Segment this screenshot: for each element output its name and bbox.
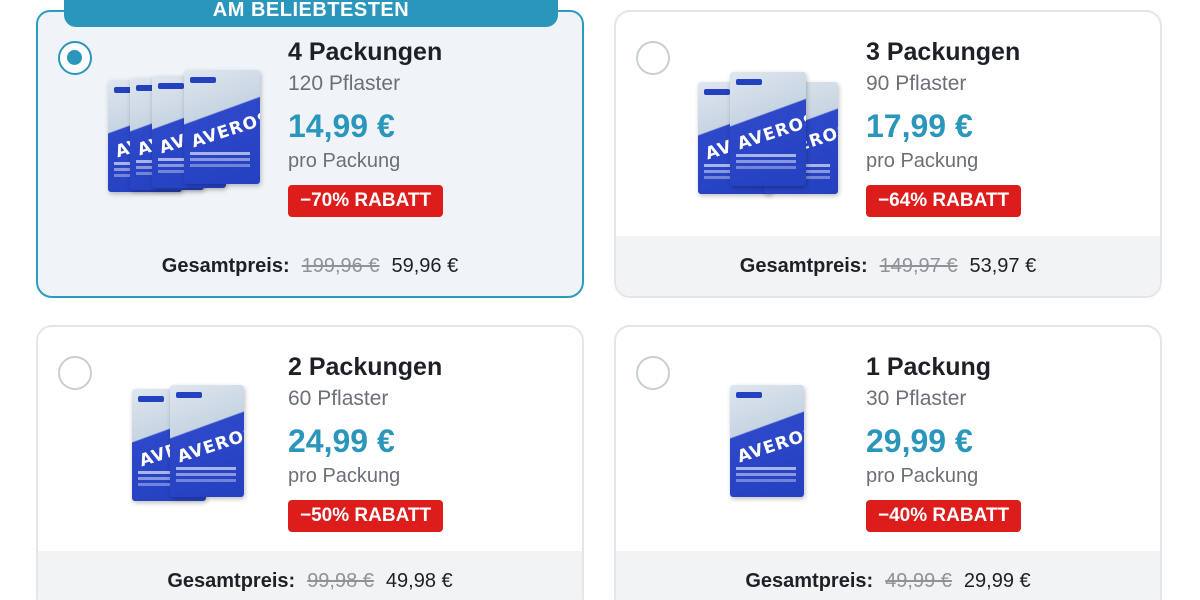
offer-card-1-pack[interactable]: AVEROS 1 Packung 30 Pflaster 29,99 € pro…: [614, 325, 1162, 600]
new-total-price: 49,98 €: [385, 569, 453, 592]
total-label: Gesamtpreis:: [745, 569, 874, 592]
product-image-1-pack: AVEROS: [686, 377, 856, 507]
discount-badge: −50% RABATT: [288, 500, 444, 532]
offer-grid: AVEROS AVEROS AVEROS AVEROS 4 Packungen …: [0, 0, 1200, 600]
total-label: Gesamtpreis:: [739, 254, 868, 277]
offer-subtitle: 90 Pflaster: [866, 72, 967, 95]
price-unit: pro Packung: [288, 150, 401, 172]
offer-price: 24,99 €: [288, 423, 395, 459]
offer-price: 14,99 €: [288, 108, 395, 144]
total-price-row: Gesamtpreis: 149,97 € 53,97 €: [616, 236, 1160, 296]
product-image-4-packs: AVEROS AVEROS AVEROS AVEROS: [108, 62, 278, 192]
old-total-price: 199,96 €: [301, 254, 380, 277]
new-total-price: 53,97 €: [969, 254, 1037, 277]
offer-card-4-packs[interactable]: AVEROS AVEROS AVEROS AVEROS 4 Packungen …: [36, 10, 584, 298]
offer-subtitle: 120 Pflaster: [288, 72, 401, 95]
product-image-3-packs: AVEROS AVEROS AVEROS: [686, 62, 856, 194]
new-total-price: 29,99 €: [963, 569, 1031, 592]
offer-price: 17,99 €: [866, 108, 973, 144]
price-unit: pro Packung: [866, 465, 979, 487]
old-total-price: 149,97 €: [879, 254, 958, 277]
offer-title: 2 Packungen: [288, 353, 443, 381]
total-price-row: Gesamtpreis: 199,96 € 59,96 €: [38, 236, 582, 296]
radio-button-selected[interactable]: [58, 41, 92, 75]
discount-badge: −40% RABATT: [866, 500, 1022, 532]
offer-subtitle: 30 Pflaster: [866, 387, 967, 410]
radio-button[interactable]: [636, 356, 670, 390]
offer-title: 1 Packung: [866, 353, 992, 381]
new-total-price: 59,96 €: [391, 254, 459, 277]
total-label: Gesamtpreis:: [167, 569, 296, 592]
bestseller-badge: AM BELIEBTESTEN: [64, 0, 558, 27]
offer-card-2-packs[interactable]: AVEROS AVEROS 2 Packungen 60 Pflaster 24…: [36, 325, 584, 600]
offer-card-3-packs[interactable]: AVEROS AVEROS AVEROS 3 Packungen 90 Pfla…: [614, 10, 1162, 298]
radio-button[interactable]: [58, 356, 92, 390]
price-unit: pro Packung: [866, 150, 979, 172]
old-total-price: 99,98 €: [307, 569, 374, 592]
offer-title: 4 Packungen: [288, 38, 443, 66]
total-price-row: Gesamtpreis: 49,99 € 29,99 €: [616, 551, 1160, 600]
offer-title: 3 Packungen: [866, 38, 1021, 66]
discount-badge: −70% RABATT: [288, 185, 444, 217]
total-price-row: Gesamtpreis: 99,98 € 49,98 €: [38, 551, 582, 600]
offer-price: 29,99 €: [866, 423, 973, 459]
discount-badge: −64% RABATT: [866, 185, 1022, 217]
old-total-price: 49,99 €: [885, 569, 952, 592]
offer-subtitle: 60 Pflaster: [288, 387, 389, 410]
product-image-2-packs: AVEROS AVEROS: [108, 377, 278, 507]
radio-button[interactable]: [636, 41, 670, 75]
total-label: Gesamtpreis:: [161, 254, 290, 277]
price-unit: pro Packung: [288, 465, 401, 487]
